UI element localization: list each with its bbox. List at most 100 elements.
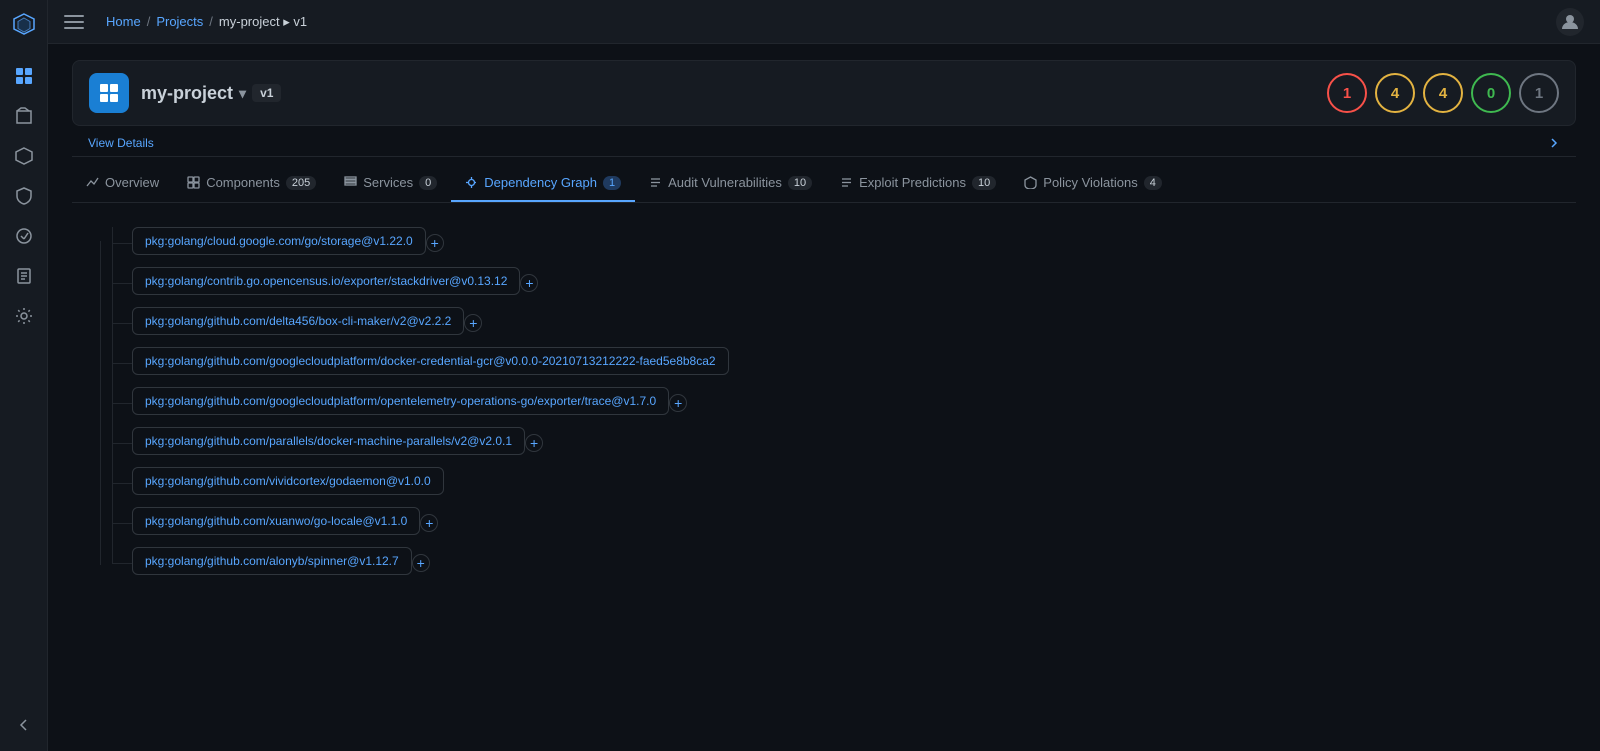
dep-node-7[interactable]: pkg:golang/github.com/vividcortex/godaem…: [132, 467, 444, 495]
project-version-badge: v1: [252, 84, 281, 102]
tab-audit-vulnerabilities[interactable]: Audit Vulnerabilities 10: [635, 165, 826, 202]
table-row: pkg:golang/github.com/xuanwo/go-locale@v…: [112, 507, 1560, 539]
graph-container: pkg:golang/cloud.google.com/go/storage@v…: [88, 227, 1560, 579]
dep-expand-3[interactable]: +: [464, 314, 482, 332]
project-info: my-project ▾ v1: [89, 73, 281, 113]
dep-graph-icon: [465, 176, 478, 189]
dep-node-4-label: pkg:golang/github.com/googlecloudplatfor…: [145, 354, 716, 368]
components-icon: [187, 176, 200, 189]
hamburger-menu[interactable]: [64, 12, 84, 32]
user-avatar[interactable]: [1556, 8, 1584, 36]
dep-node-1-label: pkg:golang/cloud.google.com/go/storage@v…: [145, 234, 413, 248]
sidebar-item-settings[interactable]: [6, 298, 42, 334]
dep-node-5-label: pkg:golang/github.com/googlecloudplatfor…: [145, 394, 656, 408]
tab-audit-count: 10: [788, 176, 812, 190]
breadcrumb-current: my-project ▸ v1: [219, 14, 307, 30]
main-content: my-project ▾ v1 1 4 4 0: [48, 44, 1600, 751]
table-row: pkg:golang/github.com/parallels/docker-m…: [112, 427, 1560, 459]
severity-medium[interactable]: 4: [1423, 73, 1463, 113]
sidebar-item-dashboard[interactable]: [6, 58, 42, 94]
severity-low-count: 0: [1487, 85, 1495, 102]
chevron-right-icon: [1548, 137, 1560, 149]
tab-policy-count: 4: [1144, 176, 1162, 190]
tab-services-label: Services: [363, 175, 413, 190]
tabs-bar: Overview Components 205 Services: [72, 165, 1576, 203]
dep-node-4[interactable]: pkg:golang/github.com/googlecloudplatfor…: [132, 347, 729, 375]
app-logo[interactable]: [8, 8, 40, 40]
sidebar-item-reports[interactable]: [6, 258, 42, 294]
tab-exploit-count: 10: [972, 176, 996, 190]
severity-info[interactable]: 1: [1519, 73, 1559, 113]
table-row: pkg:golang/github.com/vividcortex/godaem…: [112, 467, 1560, 499]
project-header: my-project ▾ v1 1 4 4 0: [72, 60, 1576, 126]
sidebar-bottom: [0, 707, 47, 743]
dep-expand-8[interactable]: +: [420, 514, 438, 532]
sidebar-item-compliance[interactable]: [6, 218, 42, 254]
severity-low[interactable]: 0: [1471, 73, 1511, 113]
dep-node-9[interactable]: pkg:golang/github.com/alonyb/spinner@v1.…: [132, 547, 412, 575]
project-name-text: my-project: [141, 83, 233, 104]
severity-badges: 1 4 4 0 1: [1327, 73, 1559, 113]
view-details-bar[interactable]: View Details: [72, 130, 1576, 157]
dep-node-2[interactable]: pkg:golang/contrib.go.opencensus.io/expo…: [132, 267, 520, 295]
breadcrumb-sep-2: /: [209, 14, 213, 29]
project-name: my-project ▾ v1: [141, 83, 281, 104]
dep-node-8[interactable]: pkg:golang/github.com/xuanwo/go-locale@v…: [132, 507, 420, 535]
tab-services-count: 0: [419, 176, 437, 190]
project-dropdown-icon[interactable]: ▾: [239, 85, 246, 102]
dep-expand-9[interactable]: +: [412, 554, 430, 572]
top-nav: Home / Projects / my-project ▸ v1: [48, 0, 1600, 44]
breadcrumb: Home / Projects / my-project ▸ v1: [106, 14, 307, 30]
dep-node-6[interactable]: pkg:golang/github.com/parallels/docker-m…: [132, 427, 525, 455]
exploit-icon: [840, 176, 853, 189]
dep-expand-6[interactable]: +: [525, 434, 543, 452]
sidebar-collapse-toggle[interactable]: [14, 715, 34, 735]
dep-node-2-label: pkg:golang/contrib.go.opencensus.io/expo…: [145, 274, 507, 288]
severity-critical-count: 1: [1343, 85, 1351, 102]
tab-overview[interactable]: Overview: [72, 165, 173, 202]
severity-high-count: 4: [1391, 85, 1399, 102]
dep-node-1[interactable]: pkg:golang/cloud.google.com/go/storage@v…: [132, 227, 426, 255]
dep-expand-1[interactable]: +: [426, 234, 444, 252]
tab-policy-violations[interactable]: Policy Violations 4: [1010, 165, 1176, 202]
breadcrumb-home[interactable]: Home: [106, 14, 141, 29]
vertical-connector-line: [100, 241, 101, 565]
table-row: pkg:golang/github.com/googlecloudplatfor…: [112, 347, 1560, 379]
project-icon: [89, 73, 129, 113]
sidebar-item-security[interactable]: [6, 178, 42, 214]
dep-node-9-label: pkg:golang/github.com/alonyb/spinner@v1.…: [145, 554, 399, 568]
tab-exploit-label: Exploit Predictions: [859, 175, 966, 190]
severity-high[interactable]: 4: [1375, 73, 1415, 113]
sidebar-item-components[interactable]: [6, 138, 42, 174]
services-icon: [344, 176, 357, 189]
view-details-label: View Details: [88, 136, 154, 150]
tab-components-label: Components: [206, 175, 280, 190]
audit-icon: [649, 176, 662, 189]
tab-dependency-graph-count: 1: [603, 176, 621, 190]
tab-components-count: 205: [286, 176, 316, 190]
severity-medium-count: 4: [1439, 85, 1447, 102]
tab-components[interactable]: Components 205: [173, 165, 330, 202]
tab-policy-label: Policy Violations: [1043, 175, 1137, 190]
dependency-graph-panel: pkg:golang/cloud.google.com/go/storage@v…: [72, 203, 1576, 611]
policy-icon: [1024, 176, 1037, 189]
dep-expand-2[interactable]: +: [520, 274, 538, 292]
dep-node-6-label: pkg:golang/github.com/parallels/docker-m…: [145, 434, 512, 448]
sidebar-item-projects[interactable]: [6, 98, 42, 134]
overview-icon: [86, 176, 99, 189]
table-row: pkg:golang/contrib.go.opencensus.io/expo…: [112, 267, 1560, 299]
tab-dependency-graph[interactable]: Dependency Graph 1: [451, 165, 635, 202]
main-area: Home / Projects / my-project ▸ v1: [48, 0, 1600, 751]
breadcrumb-sep-1: /: [147, 14, 151, 29]
tab-audit-label: Audit Vulnerabilities: [668, 175, 782, 190]
dep-node-3-label: pkg:golang/github.com/delta456/box-cli-m…: [145, 314, 451, 328]
breadcrumb-projects[interactable]: Projects: [156, 14, 203, 29]
dep-node-7-label: pkg:golang/github.com/vividcortex/godaem…: [145, 474, 431, 488]
dep-node-3[interactable]: pkg:golang/github.com/delta456/box-cli-m…: [132, 307, 464, 335]
severity-critical[interactable]: 1: [1327, 73, 1367, 113]
dep-expand-5[interactable]: +: [669, 394, 687, 412]
tab-services[interactable]: Services 0: [330, 165, 451, 202]
dep-node-5[interactable]: pkg:golang/github.com/googlecloudplatfor…: [132, 387, 669, 415]
tab-exploit-predictions[interactable]: Exploit Predictions 10: [826, 165, 1010, 202]
severity-info-count: 1: [1535, 85, 1543, 102]
